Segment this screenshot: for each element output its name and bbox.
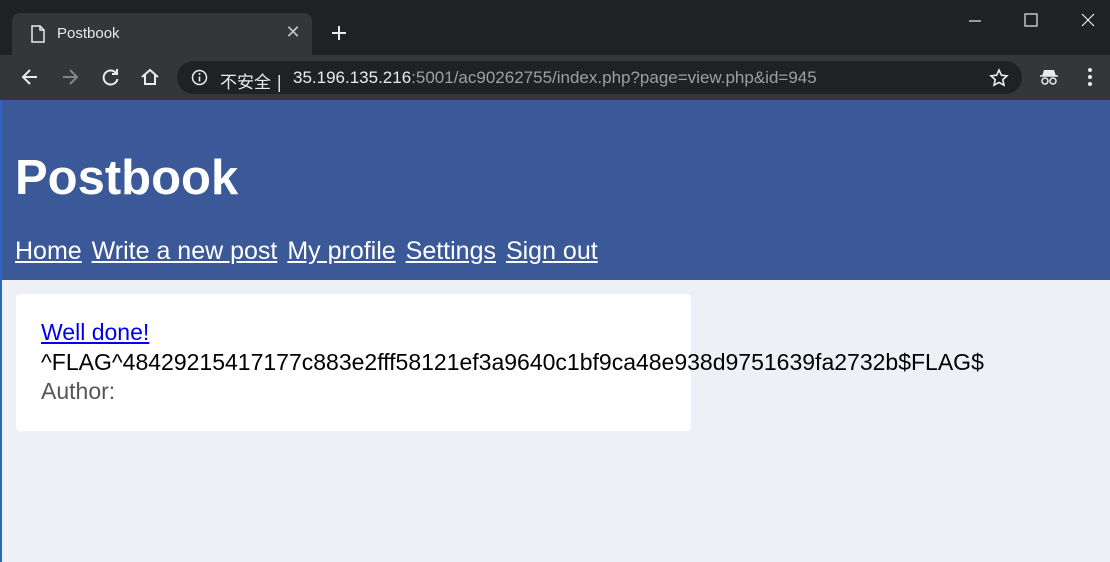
close-icon[interactable]: ✕ [284, 23, 302, 41]
star-icon[interactable] [989, 68, 1009, 88]
nav-my-profile[interactable]: My profile [287, 237, 395, 265]
page-edge [0, 280, 2, 562]
browser-tabstrip: Postbook ✕ [0, 0, 1110, 55]
post-title-link[interactable]: Well done! [41, 319, 149, 346]
nav-write-post[interactable]: Write a new post [92, 237, 278, 265]
plus-icon[interactable] [327, 21, 351, 45]
site-header: Postbook Home Write a new post My profil… [0, 100, 1110, 280]
back-arrow-icon[interactable] [19, 66, 41, 88]
browser-tab[interactable]: Postbook ✕ [12, 13, 312, 55]
post-card: Well done! ^FLAG^48429215417177c883e2fff… [16, 294, 984, 431]
post-author: Author: [41, 378, 116, 404]
post-body: ^FLAG^48429215417177c883e2fff58121ef3a96… [41, 349, 984, 375]
nav-settings[interactable]: Settings [406, 237, 496, 265]
tab-title: Postbook [57, 25, 120, 42]
document-icon [31, 25, 45, 43]
minimize-icon[interactable] [965, 10, 985, 30]
reload-icon[interactable] [99, 66, 121, 88]
address-bar[interactable]: 不安全 | 35.196.135.216:5001/ac90262755/ind… [177, 61, 1022, 94]
maximize-icon[interactable] [1021, 10, 1041, 30]
incognito-icon[interactable] [1038, 66, 1060, 88]
site-title: Postbook [15, 151, 239, 205]
kebab-menu-icon[interactable] [1080, 66, 1100, 88]
nav-home[interactable]: Home [15, 237, 82, 265]
security-status: 不安全 | [220, 73, 283, 93]
info-icon[interactable] [191, 69, 208, 86]
forward-arrow-icon[interactable] [59, 66, 81, 88]
window-close-icon[interactable] [1078, 10, 1098, 30]
main-nav: Home Write a new post My profile Setting… [15, 237, 601, 266]
browser-toolbar: 不安全 | 35.196.135.216:5001/ac90262755/ind… [0, 55, 1110, 100]
url-text[interactable]: 35.196.135.216:5001/ac90262755/index.php… [293, 68, 817, 88]
nav-sign-out[interactable]: Sign out [506, 237, 598, 265]
home-icon[interactable] [139, 66, 161, 88]
